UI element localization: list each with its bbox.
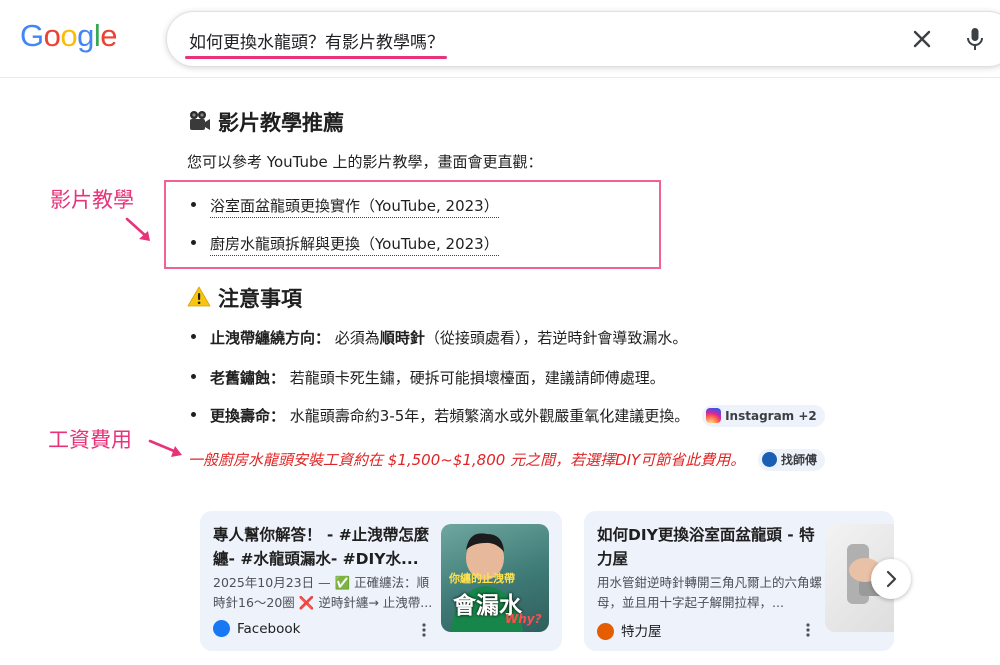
video-section-intro: 您可以參考 YouTube 上的影片教學，畫面會更直觀：: [187, 153, 543, 171]
card-thumbnail[interactable]: 你纏的止洩帶 會漏水 Why?: [441, 524, 549, 632]
find-master-icon: [762, 452, 777, 467]
trplus-icon: [597, 623, 614, 640]
card-snippet: 用水管鉗逆時針轉開三角凡爾上的六角螺母，並且用十字起子解開拉桿，...: [597, 575, 823, 610]
carousel-next-button[interactable]: [871, 559, 911, 599]
card-title[interactable]: 如何DIY更換浴室面盆龍頭 - 特力屋: [597, 523, 822, 571]
note-label: 止洩帶纏繞方向：: [210, 329, 331, 347]
annotation-arrow-icon: [125, 217, 150, 241]
logo-letter: o: [60, 18, 78, 53]
card-title[interactable]: 專人幫你解答！ - #止洩帶怎麼纏- #水龍頭漏水- #DIY水...: [213, 523, 438, 571]
note-emphasis: 順時針: [379, 329, 425, 347]
thumbnail-caption-top: 你纏的止洩帶: [449, 572, 515, 585]
annotation-video-label: 影片教學: [50, 188, 134, 212]
annotation-arrow-icon: [148, 439, 182, 457]
voice-search-button[interactable]: [960, 24, 990, 54]
note-label: 更換壽命：: [210, 407, 286, 425]
video-link[interactable]: 廚房水龍頭拆解與更換（YouTube, 2023）: [210, 235, 499, 256]
list-item: 止洩帶纏繞方向： 必須為順時針（從接頭處看），若逆時針會導致漏水。: [191, 327, 688, 348]
result-card[interactable]: 專人幫你解答！ - #止洩帶怎麼纏- #水龍頭漏水- #DIY水... 2025…: [200, 511, 562, 651]
bullet: [191, 334, 196, 339]
logo-letter: o: [43, 18, 61, 53]
video-section-heading: 影片教學推薦: [187, 107, 344, 137]
chip-label: Instagram +2: [725, 409, 817, 423]
annotation-cost-label: 工資費用: [48, 428, 132, 452]
movie-camera-icon: [190, 111, 210, 130]
chevron-right-icon: [886, 570, 897, 588]
bullet: [191, 412, 196, 417]
cost-text: 一般廚房水龍頭安裝工資約在 $1,500~$1,800 元之間，若選擇DIY可節…: [188, 451, 746, 469]
card-source-name: Facebook: [237, 621, 301, 637]
note-label: 老舊鏽蝕：: [210, 369, 286, 387]
logo-letter: G: [20, 18, 44, 53]
clear-search-button[interactable]: [907, 24, 937, 54]
note-text: 若龍頭卡死生鏽，硬拆可能損壞檯面，建議請師傅處理。: [289, 369, 665, 387]
bullet: [191, 374, 196, 379]
list-item: 廚房水龍頭拆解與更換（YouTube, 2023）: [191, 233, 499, 256]
logo-letter: e: [100, 18, 118, 53]
instagram-icon: [706, 408, 722, 423]
bullet: [191, 202, 196, 207]
list-item: 老舊鏽蝕： 若龍頭卡死生鏽，硬拆可能損壞檯面，建議請師傅處理。: [191, 367, 665, 388]
thumbnail-caption-sub: Why?: [505, 612, 542, 626]
microphone-icon: [967, 28, 983, 50]
notes-section-title: 注意事項: [218, 287, 302, 311]
card-source: Facebook: [213, 620, 300, 637]
google-logo[interactable]: Google: [20, 18, 118, 54]
search-input[interactable]: 如何更換水龍頭？有影片教學嗎？: [189, 28, 444, 53]
query-highlight-underline: [185, 56, 447, 59]
card-source-name: 特力屋: [621, 624, 662, 640]
source-chip-instagram[interactable]: Instagram +2: [702, 405, 825, 427]
more-options-icon[interactable]: [418, 620, 430, 640]
header: Google 如何更換水龍頭？有影片教學嗎？: [0, 0, 1000, 78]
list-item: 浴室面盆龍頭更換實作（YouTube, 2023）: [191, 195, 499, 218]
search-box[interactable]: 如何更換水龍頭？有影片教學嗎？: [166, 11, 1000, 67]
video-link[interactable]: 浴室面盆龍頭更換實作（YouTube, 2023）: [210, 197, 499, 218]
chip-label: 找師傅: [781, 453, 818, 467]
more-options-icon[interactable]: [802, 620, 814, 640]
warning-icon: [187, 286, 211, 307]
note-text: 必須為: [334, 329, 380, 347]
card-source: 特力屋: [597, 620, 662, 640]
cost-note: 一般廚房水龍頭安裝工資約在 $1,500~$1,800 元之間，若選擇DIY可節…: [188, 449, 826, 471]
result-card[interactable]: 如何DIY更換浴室面盆龍頭 - 特力屋 用水管鉗逆時針轉開三角凡爾上的六角螺母，…: [584, 511, 894, 651]
note-text: 水龍頭壽命約3-5年，若頻繁滴水或外觀嚴重氧化建議更換。: [289, 407, 690, 425]
close-icon: [913, 30, 931, 48]
bullet: [191, 240, 196, 245]
notes-section-heading: 注意事項: [187, 283, 302, 313]
logo-letter: g: [77, 18, 94, 53]
note-text: （從接頭處看），若逆時針會導致漏水。: [424, 329, 688, 347]
card-snippet: 2025年10月23日 — ✅ 正確纏法：順時針16～20圈 ❌ 逆時針纏→ 止…: [213, 575, 433, 610]
facebook-icon: [213, 620, 230, 637]
list-item: 更換壽命： 水龍頭壽命約3-5年，若頻繁滴水或外觀嚴重氧化建議更換。 Insta…: [191, 405, 825, 427]
video-section-title: 影片教學推薦: [218, 111, 344, 135]
source-chip-find-master[interactable]: 找師傅: [758, 449, 826, 471]
